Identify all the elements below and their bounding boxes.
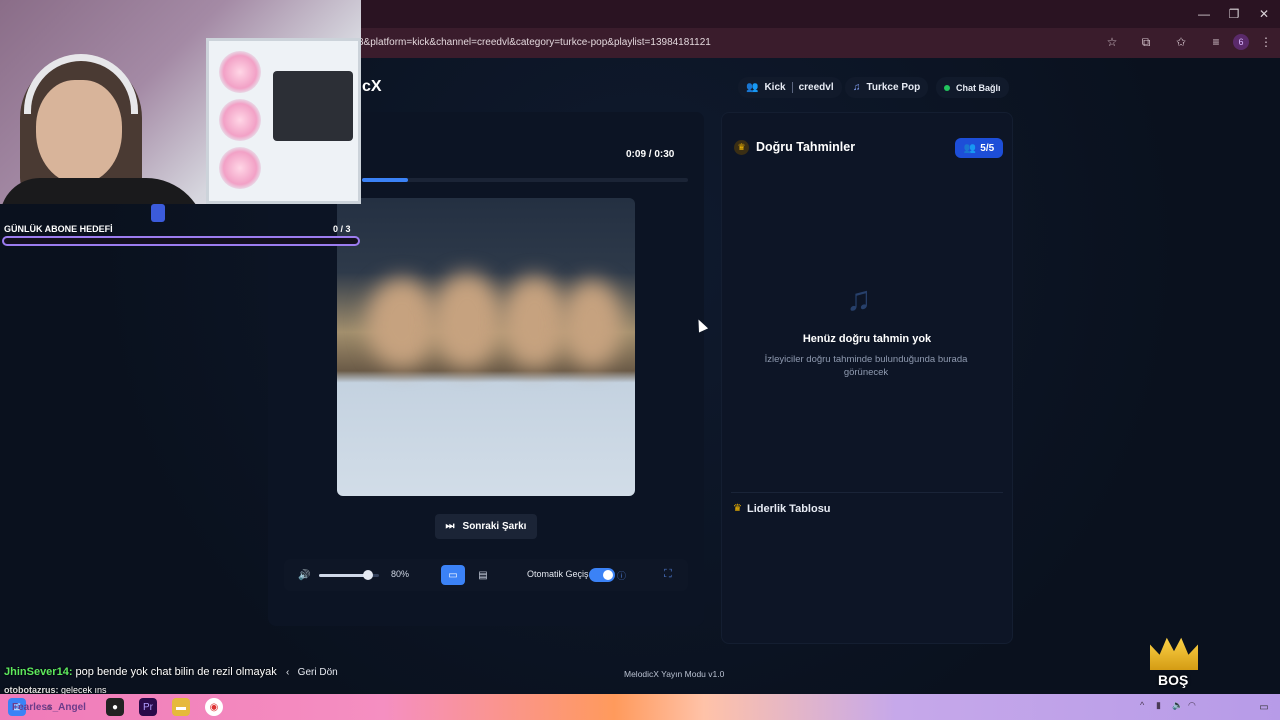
pc-case-image — [206, 38, 361, 204]
leaderboard-title: Liderlik Tablosu — [747, 503, 831, 515]
status-dot — [944, 84, 950, 91]
music-note-icon: ♫ — [853, 82, 861, 93]
guess-count-badge: 👥 5/5 — [955, 138, 1003, 158]
taskbar: ⊞ ⌕ Fearless_Angel ● Pr ▬ ◉ ^ ▮ 🔈 ◠ ▭ — [0, 694, 1280, 720]
goal-logo-icon — [151, 204, 165, 222]
chat-status-pill: Chat Bağlı — [936, 77, 1009, 98]
category-pill[interactable]: ♫ Turkce Pop — [845, 77, 929, 98]
crown-icon: ♛ — [734, 140, 749, 155]
film-mode-button[interactable]: ▤ — [471, 565, 495, 585]
obs-icon[interactable]: ● — [106, 698, 124, 716]
url-field[interactable]: 8&platform=kick&channel=creedvl&category… — [358, 32, 1118, 54]
chat-status-label: Chat Bağlı — [956, 82, 1001, 93]
category-name: Turkce Pop — [866, 82, 921, 93]
volume-knob[interactable] — [363, 570, 373, 580]
users-icon: 👥 — [746, 82, 759, 93]
next-song-label: Sonraki Şarkı — [462, 521, 527, 532]
volume-tray-icon[interactable]: 🔈 — [1172, 700, 1183, 711]
player-controls: 🔊 80% ▭ ▤ Otomatik Geçiş ⓘ ⛶ — [284, 559, 688, 591]
pill-separator — [791, 82, 793, 93]
next-song-button[interactable]: ⏭ Sonraki Şarkı — [435, 514, 537, 539]
chat-user: JhinSever14: — [4, 666, 73, 678]
platform-name: Kick — [764, 82, 786, 93]
auto-switch-toggle[interactable] — [589, 568, 615, 582]
browser-icon[interactable]: ◉ — [205, 698, 223, 716]
users-icon: 👥 — [963, 142, 977, 154]
empty-state-subtitle: İzleyiciler doğru tahminde bulunduğunda … — [764, 354, 968, 378]
tray-chevron-icon[interactable]: ^ — [1140, 700, 1144, 710]
back-button[interactable]: ‹ Geri Dön — [286, 667, 338, 678]
skip-icon: ⏭ — [445, 521, 455, 532]
divider — [731, 492, 1003, 493]
webcam-overlay — [0, 0, 361, 204]
back-label: Geri Dön — [297, 667, 338, 678]
chat-message: Fearless_Angel — [12, 702, 86, 713]
chat-message: JhinSever14: pop bende yok chat bilin de… — [4, 666, 277, 678]
crown-icon — [1150, 637, 1198, 670]
info-icon[interactable]: ⓘ — [617, 569, 626, 582]
favorites-icon[interactable]: ✩ — [1173, 34, 1189, 50]
close-icon[interactable]: ✕ — [1248, 0, 1280, 28]
goal-label: GÜNLÜK ABONE HEDEFİ — [4, 224, 113, 234]
music-note-icon: ♫ — [846, 280, 872, 318]
battery-icon: ▮ — [1156, 700, 1161, 710]
guesses-title: Doğru Tahminler — [756, 140, 856, 154]
progress-track[interactable] — [362, 178, 688, 182]
network-icon: ◠ — [1188, 700, 1196, 710]
fullscreen-icon[interactable]: ⛶ — [664, 568, 672, 581]
minimize-icon[interactable]: — — [1188, 0, 1220, 28]
bookmark-star-icon[interactable]: ☆ — [1104, 34, 1120, 50]
goal-count: 0 / 3 — [333, 224, 351, 234]
menu-icon[interactable]: ⋮ — [1258, 34, 1274, 50]
streamer-image — [0, 30, 210, 204]
folder-icon[interactable]: ▬ — [172, 698, 190, 716]
volume-fill — [319, 574, 367, 577]
playback-time: 0:09 / 0:30 — [626, 149, 675, 160]
monitor-mode-button[interactable]: ▭ — [441, 565, 465, 585]
premiere-icon[interactable]: Pr — [139, 698, 157, 716]
volume-value: 80% — [391, 569, 410, 579]
album-art-blurred — [337, 198, 635, 496]
badge-text: BOŞ — [1158, 672, 1189, 688]
status-badge: BOŞ — [1150, 636, 1198, 692]
notification-icon[interactable]: ▭ — [1255, 698, 1273, 716]
crown-icon: ♛ — [733, 503, 742, 514]
channel-name: creedvl — [798, 82, 834, 93]
goal-progress-bar — [2, 236, 360, 246]
auto-switch-label: Otomatik Geçiş — [527, 569, 589, 579]
progress-fill — [362, 178, 408, 182]
profile-avatar[interactable]: 6 — [1233, 34, 1249, 50]
extensions-icon[interactable]: ⧉ — [1138, 34, 1154, 50]
guess-count: 5/5 — [980, 142, 995, 154]
media-control-icon[interactable]: ≡ — [1208, 34, 1224, 50]
app-logo: cX — [362, 78, 382, 95]
volume-icon[interactable]: 🔊 — [298, 570, 310, 581]
empty-state-title: Henüz doğru tahmin yok — [802, 333, 932, 345]
platform-pill[interactable]: 👥 Kick creedvl — [738, 77, 842, 98]
restore-icon[interactable]: ❐ — [1218, 0, 1250, 28]
chat-text: pop bende yok chat bilin de rezil olmaya… — [72, 666, 277, 678]
chat-user: Fearless_Angel — [12, 702, 86, 713]
version-label: MelodicX Yayın Modu v1.0 — [624, 669, 725, 679]
